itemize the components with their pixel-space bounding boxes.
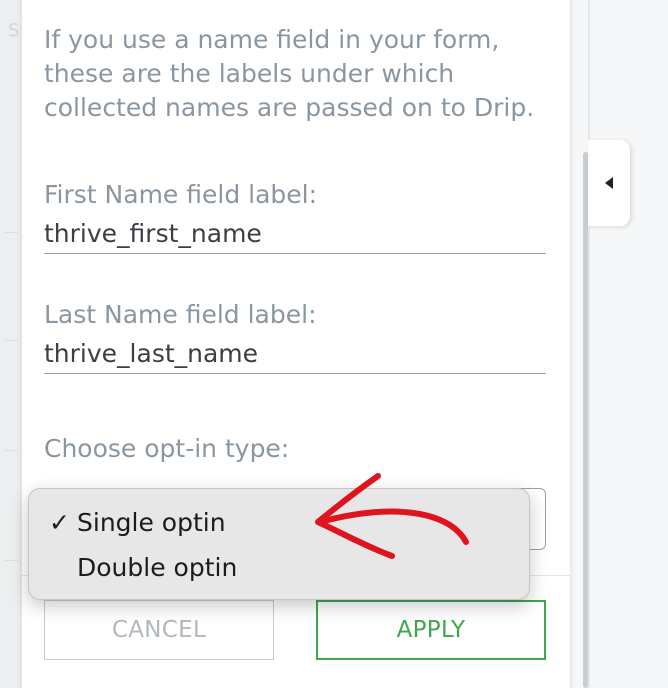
background-divider (4, 450, 18, 451)
collapse-panel-button[interactable] (588, 140, 630, 226)
apply-button[interactable]: APPLY (316, 600, 546, 660)
first-name-field-input[interactable]: thrive_first_name (44, 216, 546, 254)
background-divider (588, 0, 590, 688)
menu-item-label: Single optin (77, 508, 226, 537)
menu-item-label: Double optin (77, 553, 238, 582)
panel-scrollbar[interactable] (583, 152, 588, 688)
cancel-button[interactable]: CANCEL (44, 600, 274, 660)
background-divider (4, 340, 18, 341)
last-name-field-input[interactable]: thrive_last_name (44, 336, 546, 374)
background-divider (4, 232, 18, 233)
optin-type-label: Choose opt-in type: (44, 434, 290, 463)
background-editor-left: S (0, 0, 22, 688)
background-glyph: S (8, 20, 20, 41)
last-name-field-label: Last Name field label: (44, 300, 317, 329)
background-divider (4, 560, 18, 561)
screen: S If you use a name field in your form, … (0, 0, 668, 688)
checkmark-icon: ✓ (49, 508, 70, 537)
caret-left-icon (605, 177, 613, 189)
name-fields-help-text: If you use a name field in your form, th… (44, 25, 535, 122)
first-name-field-label: First Name field label: (44, 180, 318, 209)
red-arrow-icon (315, 473, 469, 559)
